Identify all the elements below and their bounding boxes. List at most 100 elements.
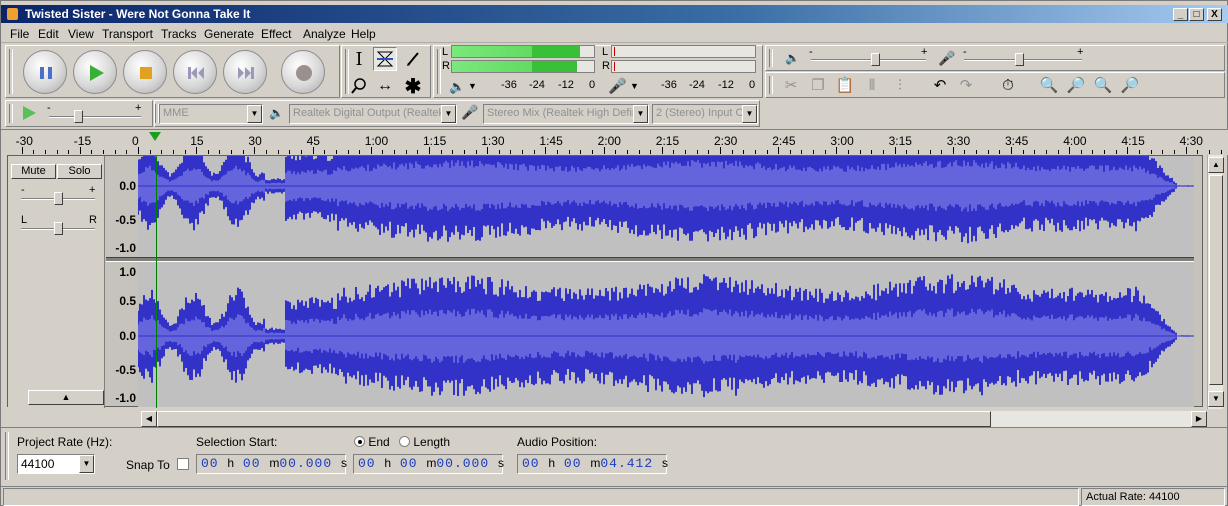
toolbar-grip[interactable] (769, 49, 773, 67)
cut-button[interactable]: ✂ (779, 73, 803, 97)
skip-to-end-button[interactable] (223, 50, 267, 94)
ruler-minor-tick (1092, 150, 1094, 154)
pause-button[interactable] (23, 50, 67, 94)
meter-left-label: L (442, 46, 449, 58)
selection-start-field[interactable]: 00 h 00 m00.000 s (196, 454, 347, 474)
zoom-out-button[interactable]: 🔎 (1064, 73, 1088, 97)
play-at-speed-icon[interactable] (21, 105, 37, 121)
selection-end-field[interactable]: 00 h 00 m00.000 s (353, 454, 504, 474)
redo-button[interactable]: ↷ (954, 73, 978, 97)
menu-view[interactable]: View (68, 27, 94, 41)
draw-tool[interactable] (401, 47, 425, 71)
record-meter-right[interactable] (451, 60, 595, 73)
output-device-select[interactable]: Realtek Digital Output (Realtek ▼ (289, 104, 457, 124)
silence-button[interactable]: ⫶ (888, 73, 912, 97)
stop-button[interactable] (123, 50, 167, 94)
menu-tracks[interactable]: Tracks (161, 27, 197, 41)
input-device-select[interactable]: Stereo Mix (Realtek High Defin ▼ (483, 104, 649, 124)
ruler-ch2-neg1: -1.0 (115, 391, 136, 405)
undo-button[interactable]: ↶ (928, 73, 952, 97)
pan-slider-thumb[interactable] (54, 222, 63, 235)
waveform-channel-right[interactable] (138, 262, 1194, 407)
play-button[interactable] (73, 50, 117, 94)
project-rate-select[interactable]: 44100 ▼ (17, 454, 95, 474)
solo-button[interactable]: Solo (57, 164, 102, 179)
ruler-minor-tick (347, 150, 349, 154)
minimize-button[interactable]: _ (1173, 8, 1188, 21)
fit-project-button[interactable]: 🔎 (1118, 73, 1142, 97)
fit-selection-button[interactable]: 🔍 (1091, 73, 1115, 97)
scroll-down-arrow[interactable]: ▼ (1208, 391, 1224, 407)
menu-file[interactable]: File (10, 27, 29, 41)
menu-analyze[interactable]: Analyze (303, 27, 346, 41)
horizontal-scroll-thumb[interactable] (157, 411, 991, 427)
maximize-button[interactable]: □ (1189, 8, 1204, 21)
zoom-in-button[interactable]: 🔍 (1037, 73, 1061, 97)
record-meter-left[interactable] (451, 45, 595, 58)
toolbar-grip[interactable] (5, 432, 9, 480)
track-control-panel[interactable]: Mute Solo - + L R ▲ (8, 156, 105, 408)
collapse-track-button[interactable]: ▲ (28, 390, 104, 405)
menu-help[interactable]: Help (351, 27, 376, 41)
menu-edit[interactable]: Edit (38, 27, 59, 41)
waveform-channel-left[interactable] (138, 156, 1194, 256)
multi-tool[interactable]: ✱ (401, 74, 425, 98)
ruler-minor-tick (1150, 150, 1152, 154)
playback-cursor-line (156, 156, 158, 408)
scroll-right-arrow[interactable]: ▶ (1191, 411, 1207, 427)
input-channels-select[interactable]: 2 (Stereo) Input C ▼ (652, 104, 758, 124)
end-radio-dot[interactable] (354, 436, 365, 447)
vertical-scrollbar[interactable]: ▲ ▼ (1207, 155, 1224, 409)
copy-icon: ❐ (811, 77, 825, 94)
audio-position-label: Audio Position: (517, 435, 598, 449)
gain-max-label: + (89, 184, 96, 196)
output-volume-slider[interactable] (811, 59, 926, 61)
toolbar-grip[interactable] (769, 76, 773, 94)
end-radio[interactable]: End (354, 435, 390, 449)
toolbar-grip[interactable] (9, 49, 13, 94)
audio-position-field[interactable]: 00 h 00 m04.412 s (517, 454, 668, 474)
ruler-tick (836, 147, 838, 154)
toolbar-grip[interactable] (437, 49, 441, 94)
play-speed-slider[interactable] (49, 116, 141, 118)
play-speed-thumb[interactable] (74, 110, 83, 123)
selection-tool[interactable]: I (347, 47, 371, 71)
triangle-up-icon: ▲ (61, 392, 71, 402)
playback-meter-menu-arrow[interactable]: ▼ (630, 81, 639, 91)
scroll-left-arrow[interactable]: ◀ (141, 411, 157, 427)
horizontal-scrollbar[interactable]: ◀ ▶ (141, 411, 1207, 427)
mute-button[interactable]: Mute (11, 164, 56, 179)
close-button[interactable]: X (1207, 8, 1222, 21)
zoom-tool[interactable] (347, 74, 371, 98)
input-volume-thumb[interactable] (1015, 53, 1024, 66)
playback-meter-right[interactable] (611, 60, 756, 73)
audio-host-select[interactable]: MME ▼ (159, 104, 263, 124)
paste-button[interactable]: 📋 (833, 73, 857, 97)
gain-slider-thumb[interactable] (54, 192, 63, 205)
scroll-up-arrow[interactable]: ▲ (1208, 157, 1224, 173)
menu-effect[interactable]: Effect (261, 27, 291, 41)
length-radio-dot[interactable] (399, 436, 410, 447)
timeline-ruler[interactable]: -30 -15 0 15 30 45 1:00 1:15 1:30 1:45 2:00 2:15 2:3… (1, 129, 1228, 155)
copy-button[interactable]: ❐ (806, 73, 830, 97)
record-meter-menu-arrow[interactable]: ▼ (468, 81, 477, 91)
output-volume-thumb[interactable] (871, 53, 880, 66)
playhead-marker[interactable] (149, 132, 162, 141)
toolbar-grip[interactable] (9, 104, 13, 123)
skip-to-start-button[interactable] (173, 50, 217, 94)
time-shift-tool[interactable]: ↔ (373, 74, 397, 98)
ruler-tick (79, 147, 81, 154)
length-radio[interactable]: Length (399, 435, 450, 449)
ruler-label: 3:15 (888, 134, 912, 148)
snap-to-checkbox[interactable] (177, 458, 189, 470)
trim-button[interactable]: ⫴ (860, 73, 884, 97)
menu-transport[interactable]: Transport (102, 27, 153, 41)
envelope-icon (376, 51, 394, 67)
record-button[interactable] (281, 50, 325, 94)
sync-lock-button[interactable]: ⏱ (996, 73, 1020, 97)
scissors-icon: ✂ (784, 77, 798, 94)
envelope-tool[interactable] (373, 47, 397, 71)
menu-generate[interactable]: Generate (204, 27, 254, 41)
playback-meter-left[interactable] (611, 45, 756, 58)
vertical-scroll-thumb[interactable] (1209, 175, 1223, 385)
